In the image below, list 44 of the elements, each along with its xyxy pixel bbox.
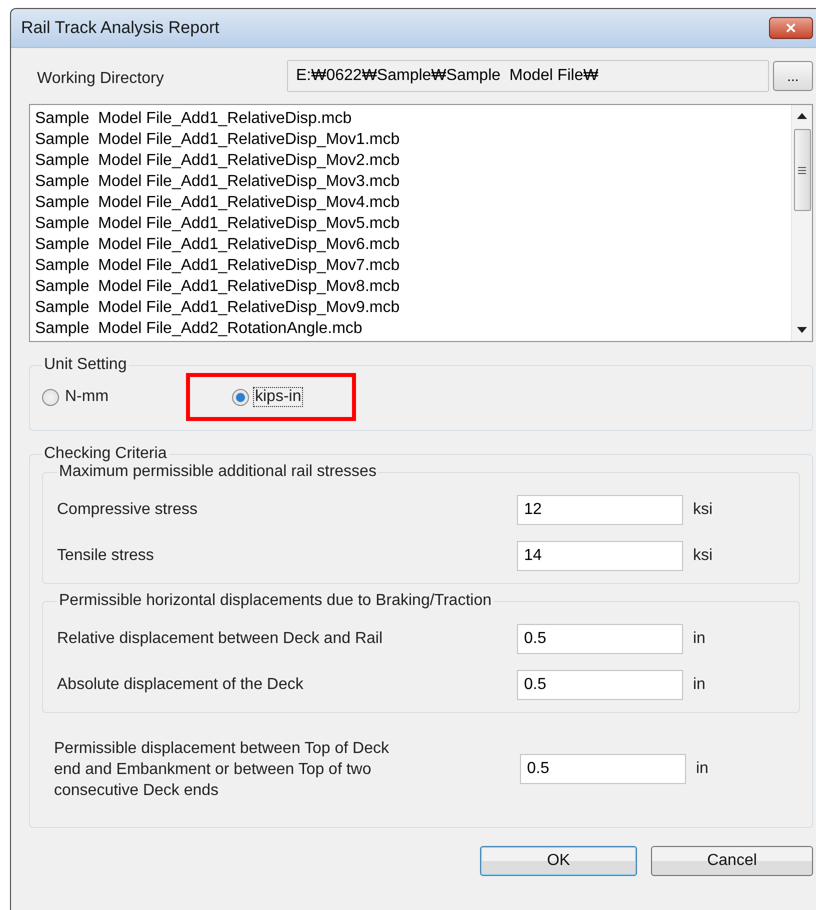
- ok-button[interactable]: OK: [480, 846, 637, 876]
- window-title: Rail Track Analysis Report: [21, 18, 220, 38]
- browse-button[interactable]: ...: [773, 61, 813, 91]
- subgroup-title: Permissible horizontal displacements due to Braking/Traction: [58, 592, 492, 610]
- unit-label: ksi: [693, 501, 713, 519]
- value-field[interactable]: 12: [517, 495, 683, 525]
- criterion-label: Relative displacement between Deck and Rail: [57, 630, 384, 648]
- group-title: Unit Setting: [43, 356, 128, 374]
- value-field[interactable]: 0.5: [517, 670, 683, 700]
- file-item[interactable]: Sample Model File_Add1_RelativeDisp_Mov9.mcb: [35, 297, 786, 318]
- working-directory-label: Working Directory: [36, 69, 165, 88]
- file-item[interactable]: Sample Model File_Add1_RelativeDisp_Mov1.mcb: [35, 129, 786, 150]
- scroll-down-icon[interactable]: [797, 327, 807, 333]
- unit-label: in: [693, 630, 706, 648]
- unit-label: ksi: [693, 547, 713, 565]
- value-field[interactable]: 0.5: [520, 754, 686, 784]
- file-item[interactable]: Sample Model File_Add1_RelativeDisp_Mov3.mcb: [35, 171, 786, 192]
- file-item[interactable]: Sample Model File_Add2_RotationAngle.mcb: [35, 318, 786, 339]
- criterion-label: Compressive stress: [57, 501, 198, 519]
- criterion-label: Tensile stress: [57, 547, 155, 565]
- radio-button[interactable]: [42, 388, 59, 406]
- value-field[interactable]: 0.5: [517, 624, 683, 654]
- file-item[interactable]: Sample Model File_Add1_RelativeDisp_Mov5.mcb: [35, 213, 786, 234]
- file-item[interactable]: Sample Model File_Add1_RelativeDisp_Mov4.mcb: [35, 192, 786, 213]
- cancel-button[interactable]: Cancel: [651, 846, 813, 876]
- grip-icon: [798, 166, 806, 174]
- file-item[interactable]: Sample Model File_Add1_RelativeDisp_Mov7.mcb: [35, 255, 786, 276]
- radio-button[interactable]: [232, 388, 249, 406]
- directory-field[interactable]: E:₩0622₩Sample₩Sample Model File₩: [287, 60, 769, 92]
- scroll-up-icon[interactable]: [797, 113, 807, 119]
- file-item[interactable]: Sample Model File_Add1_RelativeDisp_Mov8.mcb: [35, 276, 786, 297]
- group-title: Checking Criteria: [43, 445, 168, 463]
- radio-label: kips-in: [253, 387, 304, 407]
- scrollbar[interactable]: [791, 105, 812, 341]
- unit-label: in: [696, 760, 708, 778]
- criterion-label: Permissible displacement between Top of Deck end and Embankment or between Top of two consecutive Deck ends: [54, 738, 390, 800]
- criterion-label: Absolute displacement of the Deck: [57, 676, 304, 694]
- subgroup-title: Maximum permissible additional rail stresses: [58, 463, 378, 481]
- file-item[interactable]: Sample Model File_Add1_RelativeDisp.mcb: [35, 108, 786, 129]
- unit-label: in: [693, 676, 706, 694]
- file-item[interactable]: Sample Model File_Add1_RelativeDisp_Mov2.mcb: [35, 150, 786, 171]
- file-item[interactable]: Sample Model File_Add1_RelativeDisp_Mov6.mcb: [35, 234, 786, 255]
- value-field[interactable]: 14: [517, 541, 683, 571]
- radio-label: N-mm: [64, 387, 110, 407]
